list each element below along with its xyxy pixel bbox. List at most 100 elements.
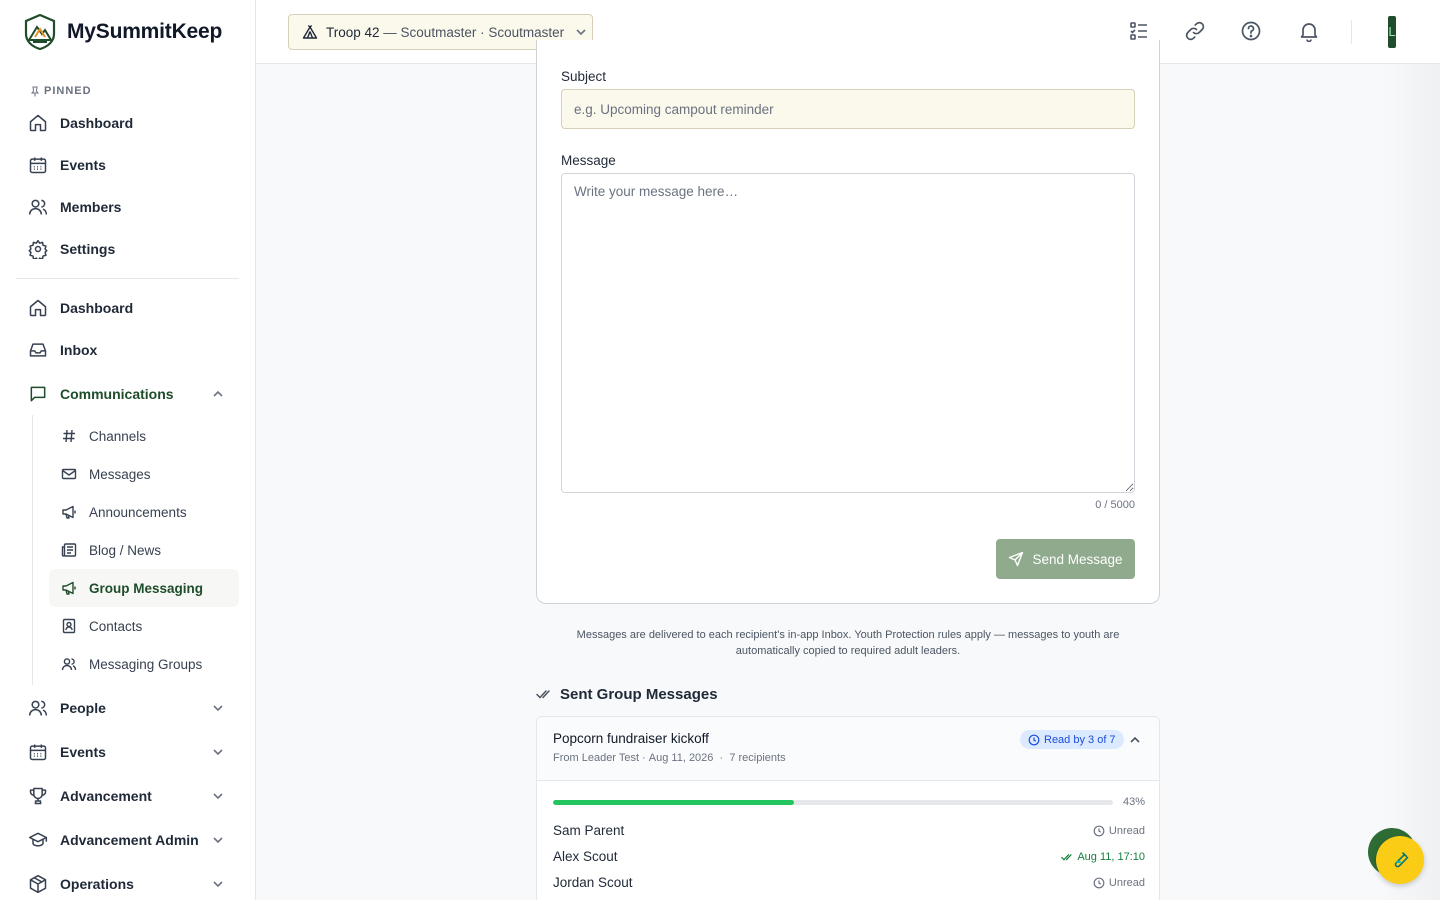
recipient-row: Sam Parent Unread [553, 823, 1145, 841]
brand-name: MySummitKeep [67, 20, 223, 43]
subject-input[interactable] [561, 89, 1135, 129]
brand[interactable]: MySummitKeep [0, 0, 255, 64]
recipient-name: Jordan Scout [553, 875, 633, 890]
sent-message-subject: Popcorn fundraiser kickoff [553, 731, 709, 746]
compose-card: Subject Message 0 / 5000 Send Message [536, 40, 1160, 604]
help-icon[interactable] [1240, 20, 1262, 42]
graduation-cap-icon [28, 832, 48, 847]
sidebar-item-channels[interactable]: Channels [49, 417, 239, 455]
box-icon [29, 874, 47, 894]
sent-message-date: Aug 11, 2026 [648, 752, 714, 764]
sidebar-item-operations[interactable]: Operations [0, 863, 255, 900]
test-tube-icon [1394, 852, 1409, 868]
hash-icon [63, 429, 75, 443]
pinned-item-members[interactable]: Members [0, 186, 255, 228]
read-status-badge: Read by 3 of 7 [1020, 730, 1124, 749]
recipient-name: Sam Parent [553, 823, 625, 838]
pinned-item-events[interactable]: Events [0, 144, 255, 186]
pin-icon [30, 86, 40, 96]
header-separator [1351, 20, 1352, 44]
double-check-icon [536, 690, 550, 699]
chevron-down-icon[interactable] [211, 833, 225, 847]
sidebar-item-dashboard[interactable]: Dashboard [0, 287, 255, 329]
recipient-name: Alex Scout [553, 849, 618, 864]
trophy-icon [29, 787, 47, 805]
floating-test-button[interactable] [1376, 836, 1424, 884]
sent-message-header[interactable]: Popcorn fundraiser kickoff From Leader T… [537, 717, 1159, 781]
recipient-row: Jordan Scout Unread [553, 875, 1145, 893]
character-counter: 0 / 5000 [1095, 499, 1135, 511]
sent-message-card: Popcorn fundraiser kickoff From Leader T… [536, 716, 1160, 900]
sidebar-item-contacts[interactable]: Contacts [49, 607, 239, 645]
sent-message-recipient-count: 7 recipients [729, 752, 786, 764]
sent-messages-heading: Sent Group Messages [536, 684, 718, 704]
troop-name: Troop 42 [326, 24, 380, 40]
chevron-down-icon[interactable] [211, 745, 225, 759]
sidebar-item-communications[interactable]: Communications [0, 373, 255, 415]
send-message-button[interactable]: Send Message [996, 539, 1135, 579]
send-icon [1009, 551, 1024, 567]
sidebar-item-events[interactable]: Events [0, 731, 255, 773]
chevron-down-icon[interactable] [211, 789, 225, 803]
sidebar-item-inbox[interactable]: Inbox [0, 329, 255, 371]
calendar-icon [29, 157, 47, 174]
checklist-icon[interactable] [1128, 20, 1150, 42]
home-icon [29, 114, 47, 132]
mail-icon [61, 468, 77, 480]
sent-message-from: From Leader Test · [553, 752, 649, 764]
chevron-down-icon[interactable] [211, 701, 225, 715]
sidebar-item-advancement-admin[interactable]: Advancement Admin [0, 819, 255, 861]
sidebar-item-announcements[interactable]: Announcements [49, 493, 239, 531]
calendar-icon [29, 744, 47, 761]
progress-percent: 43% [1122, 796, 1145, 808]
mountain-logo-icon [24, 14, 56, 50]
chevron-down-icon[interactable] [211, 877, 225, 891]
chevron-up-icon[interactable] [1128, 733, 1142, 747]
progress-fill [553, 800, 794, 805]
link-icon[interactable] [1184, 20, 1206, 42]
inbox-icon [29, 343, 47, 357]
clock-icon [1028, 734, 1040, 745]
recipient-status: Unread [1093, 825, 1145, 837]
chevron-down-icon [576, 29, 586, 36]
meta-separator: · [713, 752, 730, 764]
user-avatar[interactable]: L [1388, 16, 1396, 48]
megaphone-icon [62, 581, 76, 595]
tent-icon [302, 24, 318, 39]
pinned-item-dashboard[interactable]: Dashboard [0, 102, 255, 144]
sent-message-meta: From Leader Test · Aug 11, 2026 · 7 reci… [553, 752, 786, 764]
message-label: Message [561, 153, 616, 168]
sidebar-item-blog-news[interactable]: Blog / News [49, 531, 239, 569]
communications-submenu: Channels Messages Announcements Blog / N… [32, 415, 255, 685]
newspaper-icon [61, 543, 77, 557]
sidebar-item-people[interactable]: People [0, 687, 255, 729]
troop-role: — Scoutmaster · Scoutmaster [379, 24, 565, 40]
sidebar-item-messaging-groups[interactable]: Messaging Groups [49, 645, 239, 683]
progress-track [553, 800, 1113, 805]
users-icon [28, 700, 48, 716]
read-progress: 43% [553, 796, 1145, 809]
contact-card-icon [62, 618, 76, 634]
page-edge-shade [1380, 64, 1440, 900]
sidebar-item-messages[interactable]: Messages [49, 455, 239, 493]
pinned-item-settings[interactable]: Settings [0, 228, 255, 270]
double-check-icon [1061, 854, 1072, 861]
gear-icon [28, 239, 48, 259]
subject-label: Subject [561, 69, 607, 84]
bell-icon[interactable] [1298, 20, 1320, 42]
clock-icon [1093, 825, 1105, 837]
pinned-section-label: PINNED [30, 84, 255, 98]
sidebar-divider [16, 278, 239, 279]
chat-bubble-icon [30, 386, 46, 402]
sidebar: MySummitKeep PINNED Dashboard Events Mem… [0, 0, 256, 900]
sidebar-item-advancement[interactable]: Advancement [0, 775, 255, 817]
recipient-status: Aug 11, 17:10 [1061, 851, 1145, 863]
users-icon [61, 658, 77, 671]
megaphone-icon [62, 505, 76, 519]
sidebar-item-group-messaging[interactable]: Group Messaging [49, 569, 239, 607]
chevron-up-icon[interactable] [211, 387, 225, 401]
recipient-row: Alex Scout Aug 11, 17:10 [553, 849, 1145, 867]
clock-icon [1093, 877, 1105, 889]
message-textarea[interactable] [561, 173, 1135, 493]
home-icon [29, 299, 47, 317]
